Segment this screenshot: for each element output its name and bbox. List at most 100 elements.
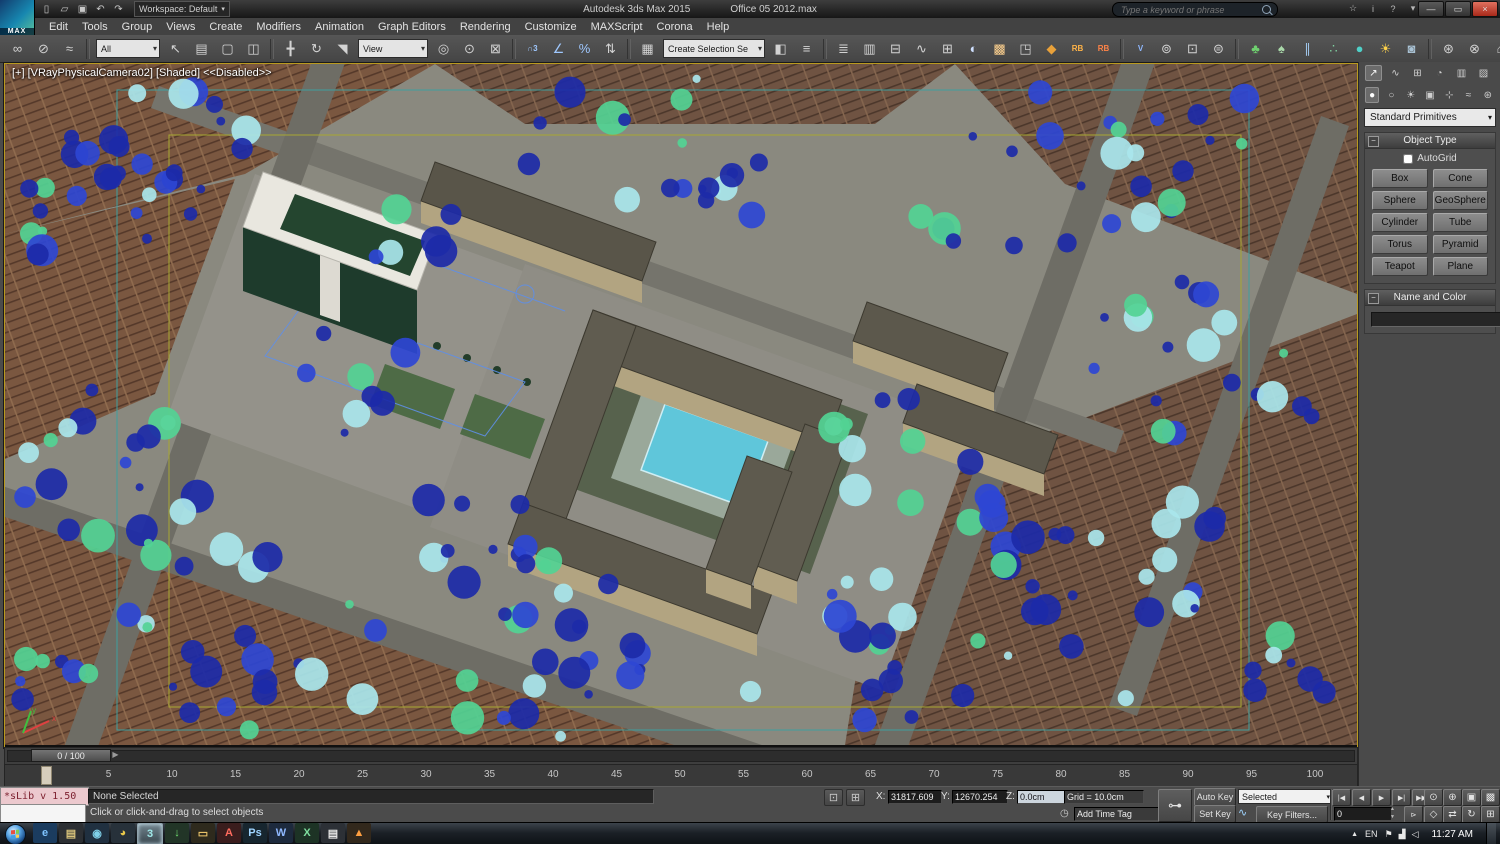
cone-button[interactable]: Cone — [1432, 169, 1488, 188]
use-pivot-center-icon[interactable]: ◎ — [431, 37, 456, 61]
named-selection-set-dropdown[interactable]: Create Selection Se ▾ — [663, 39, 765, 58]
collapse-icon[interactable]: − — [1368, 136, 1379, 147]
maximize-button[interactable]: ▭ — [1445, 1, 1471, 17]
fov-icon[interactable]: ◇ — [1424, 806, 1443, 823]
keyboard-override-icon[interactable]: ⊠ — [483, 37, 508, 61]
time-slider-track[interactable] — [7, 750, 1355, 762]
frame-tick-50[interactable]: 50 — [674, 769, 685, 780]
action-center-icon[interactable]: ⚑ — [1385, 829, 1393, 840]
taskbar-notepad[interactable]: ▤ — [321, 823, 345, 843]
menu-graph-editors[interactable]: Graph Editors — [371, 20, 453, 34]
taskbar-3dsmax[interactable]: 3 — [137, 823, 163, 844]
ribbon-toggle-icon[interactable]: ▥ — [857, 37, 882, 61]
workspace-dropdown[interactable]: Workspace: Default ▾ — [134, 1, 230, 17]
frame-tick-25[interactable]: 25 — [357, 769, 368, 780]
tube-button[interactable]: Tube — [1432, 213, 1488, 232]
plane-button[interactable]: Plane — [1432, 257, 1488, 276]
teal-sphere-icon[interactable]: ● — [1347, 37, 1372, 61]
render-setup-icon[interactable]: ▩ — [987, 37, 1012, 61]
search-input[interactable] — [1119, 3, 1258, 16]
clock[interactable]: 11:27 AM — [1425, 829, 1479, 840]
frame-tick-45[interactable]: 45 — [611, 769, 622, 780]
current-frame-field[interactable] — [1334, 807, 1392, 821]
shapes-category[interactable]: ○ — [1384, 87, 1398, 103]
rendered-frame-window-icon[interactable]: ◳ — [1013, 37, 1038, 61]
selection-set-keying-dropdown[interactable]: Selected ▾ — [1238, 789, 1334, 804]
autogrid-checkbox[interactable] — [1403, 153, 1414, 164]
start-button[interactable] — [5, 823, 26, 844]
select-and-link-icon[interactable]: ∞ — [5, 37, 30, 61]
rb-button-2[interactable]: RB — [1091, 37, 1116, 61]
taskbar-download-manager[interactable]: ↓ — [165, 823, 189, 843]
selection-region-icon[interactable]: ▢ — [215, 37, 240, 61]
taskbar-media-player[interactable]: ◉ — [85, 823, 109, 843]
frame-tick-30[interactable]: 30 — [420, 769, 431, 780]
taskbar-photoshop[interactable]: Ps — [243, 823, 267, 843]
railclone-icon[interactable]: ∥ — [1295, 37, 1320, 61]
geometry-category[interactable]: ● — [1365, 87, 1380, 103]
frame-tick-70[interactable]: 70 — [928, 769, 939, 780]
select-object-icon[interactable]: ↖ — [163, 37, 188, 61]
align-icon[interactable]: ≡ — [794, 37, 819, 61]
zoom-extents-icon[interactable]: ▣ — [1462, 789, 1481, 806]
set-key-button[interactable]: Set Key — [1194, 805, 1236, 823]
hierarchy-tab[interactable]: ⊞ — [1409, 65, 1426, 81]
menu-customize[interactable]: Customize — [518, 20, 584, 34]
snaps-toggle-icon[interactable]: ∩3 — [520, 37, 545, 61]
vray-frame-buffer-icon[interactable]: V — [1128, 37, 1153, 61]
set-keys-button[interactable]: ⊶ — [1158, 789, 1192, 822]
menu-tools[interactable]: Tools — [75, 20, 115, 34]
redo-icon[interactable]: ↷ — [110, 2, 127, 17]
batch-render-icon[interactable]: ⊡ — [1180, 37, 1205, 61]
track-bar[interactable]: 5 10 15 20 25 30 35 40 45 50 55 60 65 70 75 80 85 90 95 100 — [4, 764, 1358, 787]
geosphere-button[interactable]: GeoSphere — [1432, 191, 1488, 210]
unlink-selection-icon[interactable]: ⊘ — [31, 37, 56, 61]
teapot-button[interactable]: Teapot — [1372, 257, 1428, 276]
search-icon[interactable] — [1262, 5, 1271, 14]
frame-tick-5[interactable]: 5 — [106, 769, 112, 780]
taskbar-folder[interactable]: ▭ — [191, 823, 215, 843]
menu-modifiers[interactable]: Modifiers — [249, 20, 308, 34]
torus-button[interactable]: Torus — [1372, 235, 1428, 254]
frame-tick-55[interactable]: 55 — [738, 769, 749, 780]
taskbar-vlc[interactable]: ▲ — [347, 823, 371, 843]
time-slider-handle[interactable]: 0 / 100 — [31, 749, 111, 762]
tray-expand-icon[interactable]: ▲ — [1351, 831, 1358, 838]
help-icon[interactable]: ? — [1386, 2, 1400, 15]
object-type-header[interactable]: − Object Type — [1365, 133, 1495, 149]
menu-corona[interactable]: Corona — [650, 20, 700, 34]
taskbar-excel[interactable]: X — [295, 823, 319, 843]
rb-button-1[interactable]: RB — [1065, 37, 1090, 61]
pyramid-button[interactable]: Pyramid — [1432, 235, 1488, 254]
window-crossing-icon[interactable]: ◫ — [241, 37, 266, 61]
render-production-icon[interactable]: ◆ — [1039, 37, 1064, 61]
environment-icon[interactable]: ⊚ — [1154, 37, 1179, 61]
angle-snap-icon[interactable]: ∠ — [546, 37, 571, 61]
z-coordinate-field[interactable] — [1017, 790, 1065, 804]
name-color-header[interactable]: − Name and Color — [1365, 290, 1495, 306]
zoom-icon[interactable]: ⊙ — [1424, 789, 1443, 806]
named-selection-sets-icon[interactable]: ▦ — [635, 37, 660, 61]
modify-tab[interactable]: ∿ — [1387, 65, 1404, 81]
frame-tick-40[interactable]: 40 — [547, 769, 558, 780]
frame-tick-85[interactable]: 85 — [1119, 769, 1130, 780]
taskbar-acrobat[interactable]: A — [217, 823, 241, 843]
select-and-move-icon[interactable]: ╋ — [278, 37, 303, 61]
help-search[interactable] — [1112, 2, 1278, 17]
viewport-label[interactable]: [+] [VRayPhysicalCamera02] [Shaded] <<Di… — [12, 67, 272, 79]
selection-lock-icon[interactable]: ⊞ — [846, 789, 865, 806]
menu-animation[interactable]: Animation — [308, 20, 371, 34]
show-desktop-button[interactable] — [1486, 823, 1496, 844]
go-to-start-button[interactable]: |◀ — [1332, 789, 1351, 806]
collapse-icon[interactable]: − — [1368, 293, 1379, 304]
frame-spinner[interactable]: ▲ ▼ — [1390, 806, 1400, 820]
next-frame-button[interactable]: ▶| — [1392, 789, 1411, 806]
helpers-category[interactable]: ⊹ — [1442, 87, 1456, 103]
taskbar-ie[interactable]: e — [33, 823, 57, 843]
next-frame-arrow[interactable]: ▶ — [111, 750, 120, 759]
key-mode-toggle[interactable]: ⊳ — [1404, 806, 1423, 823]
network-icon[interactable]: ▟ — [1399, 829, 1406, 840]
menu-group[interactable]: Group — [115, 20, 160, 34]
sign-in-icon[interactable]: i — [1366, 2, 1380, 15]
object-name-input[interactable] — [1371, 312, 1500, 327]
